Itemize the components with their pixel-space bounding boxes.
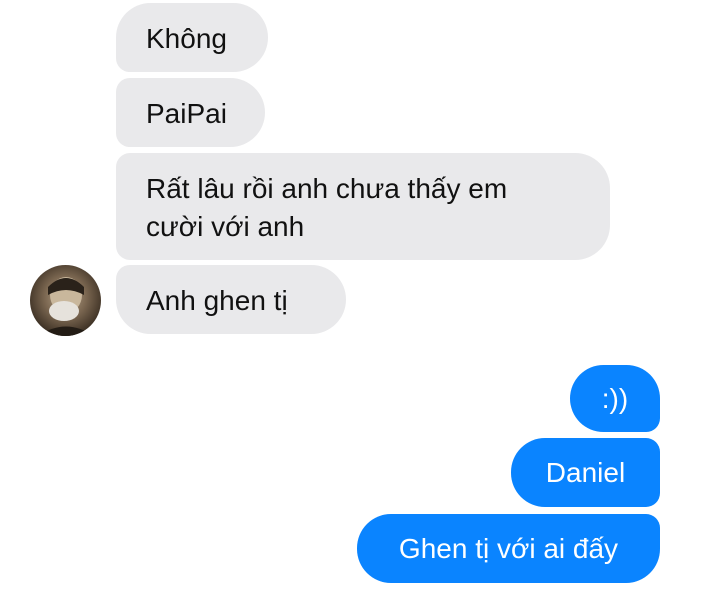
message-text: Không: [146, 23, 227, 54]
message-text: Ghen tị với ai đấy: [398, 533, 619, 564]
incoming-message-khong[interactable]: Không: [116, 3, 268, 72]
outgoing-message-smiley[interactable]: :)): [570, 365, 660, 432]
message-text-line-2: cười với anh: [146, 211, 305, 242]
message-text: Daniel: [545, 457, 626, 488]
message-text: Anh ghen tị: [146, 285, 288, 316]
incoming-message-anh-ghen-ti[interactable]: Anh ghen tị: [116, 265, 346, 334]
incoming-message-paipai[interactable]: PaiPai: [116, 78, 265, 147]
message-text: PaiPai: [146, 98, 227, 129]
message-text-line-1: Rất lâu rồi anh chưa thấy em: [146, 173, 508, 204]
message-text: :)): [601, 383, 629, 414]
incoming-message-long[interactable]: Rất lâu rồi anh chưa thấy em cười với an…: [116, 153, 610, 260]
outgoing-message-ghen-ti-voi-ai[interactable]: Ghen tị với ai đấy: [357, 514, 660, 583]
outgoing-message-daniel[interactable]: Daniel: [511, 438, 660, 507]
contact-avatar[interactable]: [30, 265, 101, 336]
avatar-photo-icon: [38, 277, 94, 336]
